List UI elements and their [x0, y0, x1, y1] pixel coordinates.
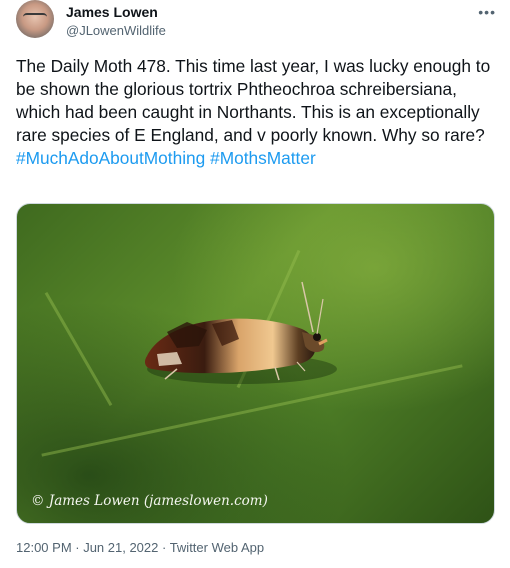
avatar[interactable] — [16, 0, 54, 38]
more-options-icon[interactable]: ••• — [478, 4, 496, 20]
tweet-timestamp[interactable]: 12:00 PM · Jun 21, 2022 · Twitter Web Ap… — [16, 540, 264, 555]
author-handle[interactable]: @JLowenWildlife — [66, 23, 166, 38]
moth-image — [144, 281, 337, 384]
tweet-photo[interactable]: © James Lowen (jameslowen.com) — [16, 203, 495, 524]
tweet-text: The Daily Moth 478. This time last year,… — [16, 55, 500, 170]
tweet-body: The Daily Moth 478. This time last year,… — [16, 56, 491, 145]
hashtag-link[interactable]: #MuchAdoAboutMothing — [16, 148, 205, 168]
photo-credit: © James Lowen (jameslowen.com) — [31, 493, 268, 509]
hashtag-link[interactable]: #MothsMatter — [210, 148, 316, 168]
author-name[interactable]: James Lowen — [66, 4, 158, 20]
avatar-glasses — [23, 13, 47, 21]
